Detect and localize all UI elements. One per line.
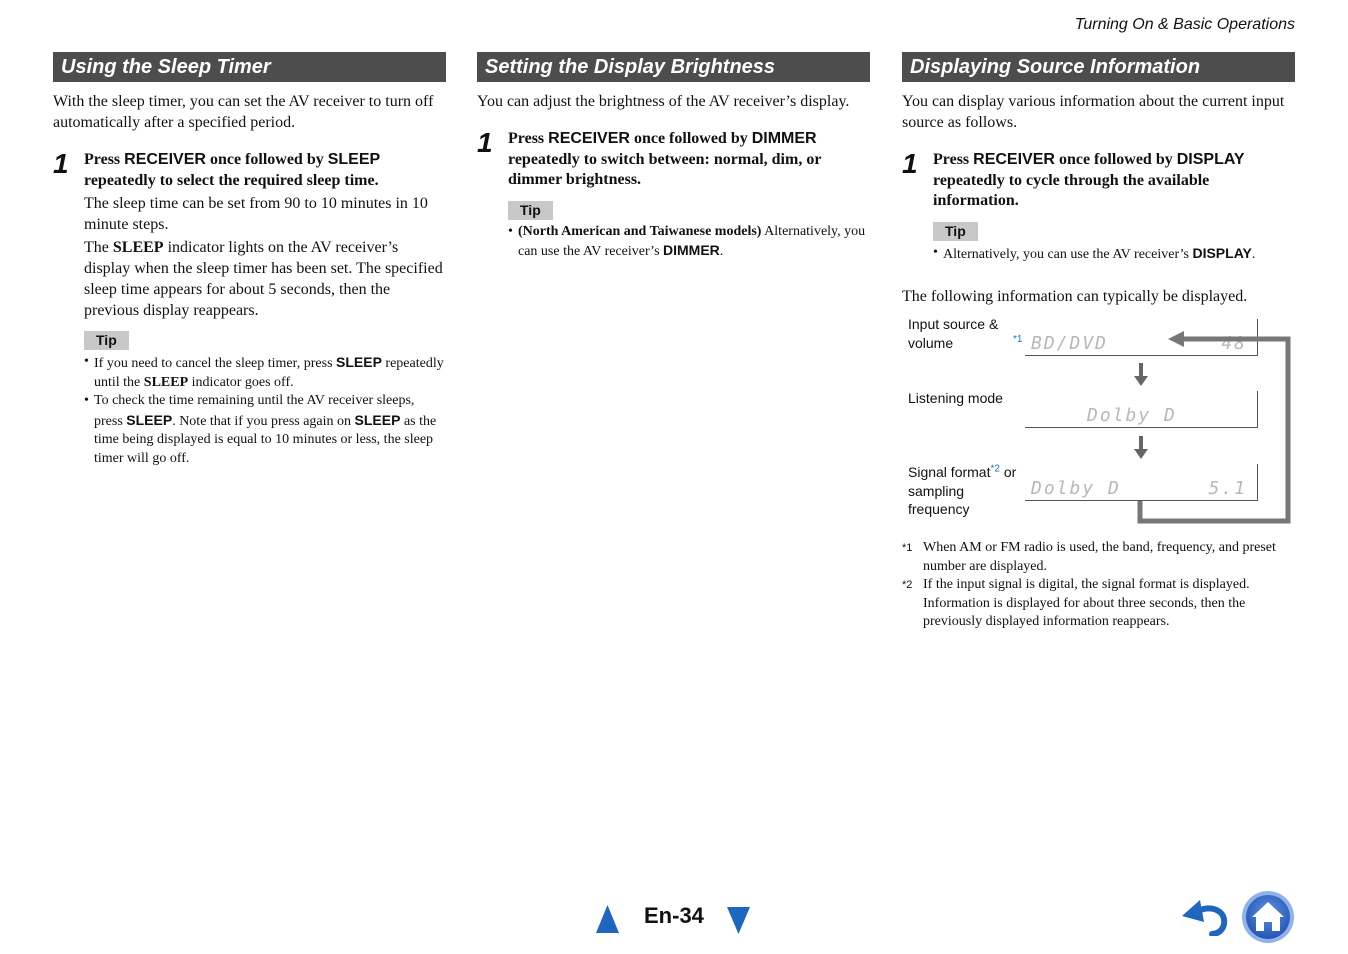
model-note: (North American and Taiwanese models) bbox=[518, 223, 762, 239]
tip-item: If you need to cancel the sleep timer, p… bbox=[84, 353, 446, 392]
section-title: Setting the Display Brightness bbox=[477, 52, 870, 82]
tip-badge: Tip bbox=[933, 221, 978, 241]
tip-list: Alternatively, you can use the AV receiv… bbox=[933, 244, 1295, 265]
text: once followed by bbox=[1054, 151, 1177, 168]
step-paragraph: The sleep time can be set from 90 to 10 … bbox=[84, 195, 428, 233]
tip-list: (North American and Taiwanese models) Al… bbox=[508, 223, 870, 262]
section-intro: With the sleep timer, you can set the AV… bbox=[53, 93, 434, 131]
footnote-ref: *2 bbox=[990, 463, 1000, 475]
home-button[interactable] bbox=[1241, 890, 1295, 944]
footnote-mark: *1 bbox=[902, 542, 913, 554]
triangle-up-icon[interactable] bbox=[596, 905, 619, 933]
step-body: The sleep time can be set from 90 to 10 … bbox=[84, 193, 446, 321]
footnote-ref: *1 bbox=[1013, 333, 1023, 345]
key-receiver: RECEIVER bbox=[973, 151, 1055, 168]
lcd-left: BD/DVD bbox=[1031, 333, 1109, 354]
text: once followed by bbox=[205, 151, 328, 168]
key-receiver: RECEIVER bbox=[548, 130, 630, 147]
following-text: The following information can typically … bbox=[902, 288, 1248, 305]
step-paragraph: The SLEEP indicator lights on the AV rec… bbox=[84, 237, 446, 321]
key-display: DISPLAY bbox=[1192, 244, 1252, 261]
key-sleep: SLEEP bbox=[126, 411, 173, 428]
step-title: Press RECEIVER once followed by SLEEP re… bbox=[84, 150, 446, 191]
key-sleep: SLEEP bbox=[336, 354, 382, 370]
previous-page-button[interactable] bbox=[596, 905, 619, 933]
back-button[interactable] bbox=[1182, 898, 1228, 936]
section-source-information: Displaying Source Information You can di… bbox=[902, 52, 1295, 632]
lcd-left: Dolby D bbox=[1031, 478, 1121, 499]
section-intro: You can adjust the brightness of the AV … bbox=[477, 93, 850, 110]
section-sleep-timer: Using the Sleep Timer With the sleep tim… bbox=[53, 52, 446, 468]
text: repeatedly to cycle through the availabl… bbox=[933, 171, 1210, 210]
tip-badge: Tip bbox=[508, 200, 553, 220]
footnote-text: When AM or FM radio is used, the band, f… bbox=[923, 540, 1276, 574]
text: Alternatively, you can use the AV receiv… bbox=[943, 246, 1193, 262]
indicator-sleep: SLEEP bbox=[112, 239, 164, 256]
step: 1 Press RECEIVER once followed by DISPLA… bbox=[902, 150, 1295, 264]
text: Press bbox=[933, 151, 974, 168]
text: If you need to cancel the sleep timer, p… bbox=[94, 356, 337, 371]
diagram-label-input-source: Input source & volume *1 bbox=[908, 315, 1022, 352]
text: Input source & volume bbox=[908, 316, 999, 351]
section-display-brightness: Setting the Display Brightness You can a… bbox=[477, 52, 870, 262]
step-number: 1 bbox=[53, 148, 69, 179]
key-dimmer: DIMMER bbox=[751, 130, 817, 147]
step-title: Press RECEIVER once followed by DIMMER r… bbox=[508, 129, 870, 191]
footnote: *1 When AM or FM radio is used, the band,… bbox=[902, 539, 1295, 576]
text: indicator goes off. bbox=[188, 374, 294, 390]
key-receiver: RECEIVER bbox=[124, 151, 206, 168]
tip-list: If you need to cancel the sleep timer, p… bbox=[84, 353, 446, 468]
step-title: Press RECEIVER once followed by DISPLAY … bbox=[933, 150, 1295, 212]
footnotes: *1 When AM or FM radio is used, the band,… bbox=[902, 539, 1295, 632]
cycle-return-arrow-icon bbox=[1137, 331, 1291, 524]
back-arrow-icon[interactable] bbox=[1182, 900, 1228, 936]
text: once followed by bbox=[629, 130, 752, 147]
tip-item: (North American and Taiwanese models) Al… bbox=[508, 223, 870, 262]
step-number: 1 bbox=[902, 148, 918, 179]
step-number: 1 bbox=[477, 127, 493, 158]
text: . bbox=[719, 244, 724, 259]
text: Press bbox=[84, 151, 125, 168]
text: Signal format bbox=[908, 464, 991, 480]
footnote-mark: *2 bbox=[902, 579, 913, 591]
tip-item: To check the time remaining until the AV… bbox=[84, 392, 446, 468]
section-title: Displaying Source Information bbox=[902, 52, 1295, 82]
footnote-text: If the input signal is digital, the sign… bbox=[923, 577, 1250, 629]
footnote: *2 If the input signal is digital, the si… bbox=[902, 576, 1295, 632]
text: The bbox=[84, 239, 113, 256]
next-page-button[interactable] bbox=[727, 907, 750, 934]
triangle-down-icon[interactable] bbox=[727, 907, 750, 934]
text: . bbox=[1251, 246, 1256, 262]
step: 1 Press RECEIVER once followed by DIMMER… bbox=[477, 129, 870, 262]
step: 1 Press RECEIVER once followed by SLEEP … bbox=[53, 150, 446, 468]
tip-badge: Tip bbox=[84, 331, 129, 350]
display-cycle-diagram: Input source & volume *1 Listening mode S… bbox=[902, 313, 1295, 533]
tip-item: Alternatively, you can use the AV receiv… bbox=[933, 244, 1295, 265]
indicator-sleep: SLEEP bbox=[143, 374, 189, 390]
text: repeatedly to select the required sleep … bbox=[84, 171, 379, 189]
key-dimmer: DIMMER bbox=[663, 242, 720, 258]
text: . Note that if you press again on bbox=[172, 413, 355, 429]
key-display: DISPLAY bbox=[1176, 151, 1245, 168]
section-intro: You can display various information abou… bbox=[902, 93, 1285, 131]
running-title: Turning On & Basic Operations bbox=[1074, 16, 1295, 33]
page-number: En-34 bbox=[644, 903, 704, 928]
diagram-label-listening-mode: Listening mode bbox=[908, 390, 1003, 406]
key-sleep: SLEEP bbox=[327, 151, 381, 168]
diagram-label-signal-format: Signal format*2 or sampling frequency bbox=[908, 463, 1018, 519]
text: repeatedly to switch between: normal, di… bbox=[508, 150, 822, 189]
section-title: Using the Sleep Timer bbox=[53, 52, 446, 82]
text: Press bbox=[508, 130, 549, 147]
key-sleep: SLEEP bbox=[354, 411, 401, 428]
